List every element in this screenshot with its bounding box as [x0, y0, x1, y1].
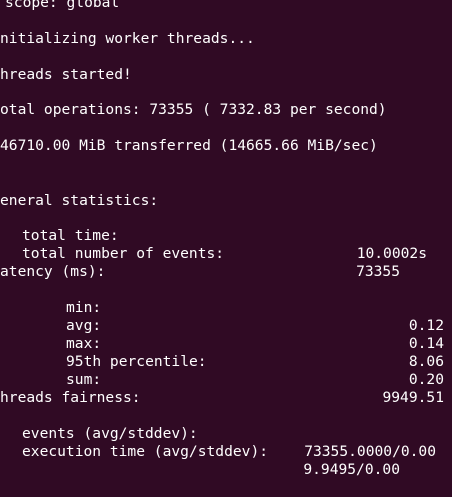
latency-row-sum: sum: 9949.51: [0, 353, 452, 406]
stat-key: sum:: [66, 371, 102, 388]
stat-value: 9.9495/0.00: [303, 461, 400, 478]
stat-value: 10.0002s: [356, 245, 427, 262]
fairness-row-execution-time: execution time (avg/stddev): 9.9495/0.00: [0, 425, 452, 478]
total-operations-line: otal operations: 73355 ( 7332.83 per sec…: [0, 101, 387, 118]
latency-header: atency (ms):: [0, 263, 106, 280]
general-row-total-time: total time: 10.0002s: [0, 209, 452, 262]
scope-line: scope: global: [5, 0, 120, 11]
threads-started-line: hreads started!: [0, 66, 132, 83]
stat-value: 9949.51: [382, 389, 444, 406]
terminal-output[interactable]: scope: global nitializing worker threads…: [0, 0, 452, 478]
latency-row-min: min: 0.12: [0, 281, 452, 334]
threads-fairness-header: hreads fairness:: [0, 389, 141, 406]
stat-value: 73355: [356, 263, 400, 280]
latency-row-avg: avg: 0.14: [0, 299, 452, 352]
stat-value: 73355.0000/0.00: [304, 443, 436, 460]
general-row-total-events: total number of events: 73355: [0, 227, 452, 280]
latency-row-max: max: 8.06: [0, 317, 452, 370]
stat-value: 0.20: [408, 371, 444, 388]
init-line: nitializing worker threads...: [0, 30, 255, 47]
stat-key: total number of events:: [22, 245, 225, 262]
latency-row-95th: 95th percentile: 0.20: [0, 335, 452, 388]
fairness-row-events: events (avg/stddev): 73355.0000/0.00: [0, 407, 452, 460]
transferred-line: 46710.00 MiB transferred (14665.66 MiB/s…: [0, 137, 378, 154]
stat-key: execution time (avg/stddev):: [22, 443, 269, 460]
general-statistics-header: eneral statistics:: [0, 192, 159, 209]
